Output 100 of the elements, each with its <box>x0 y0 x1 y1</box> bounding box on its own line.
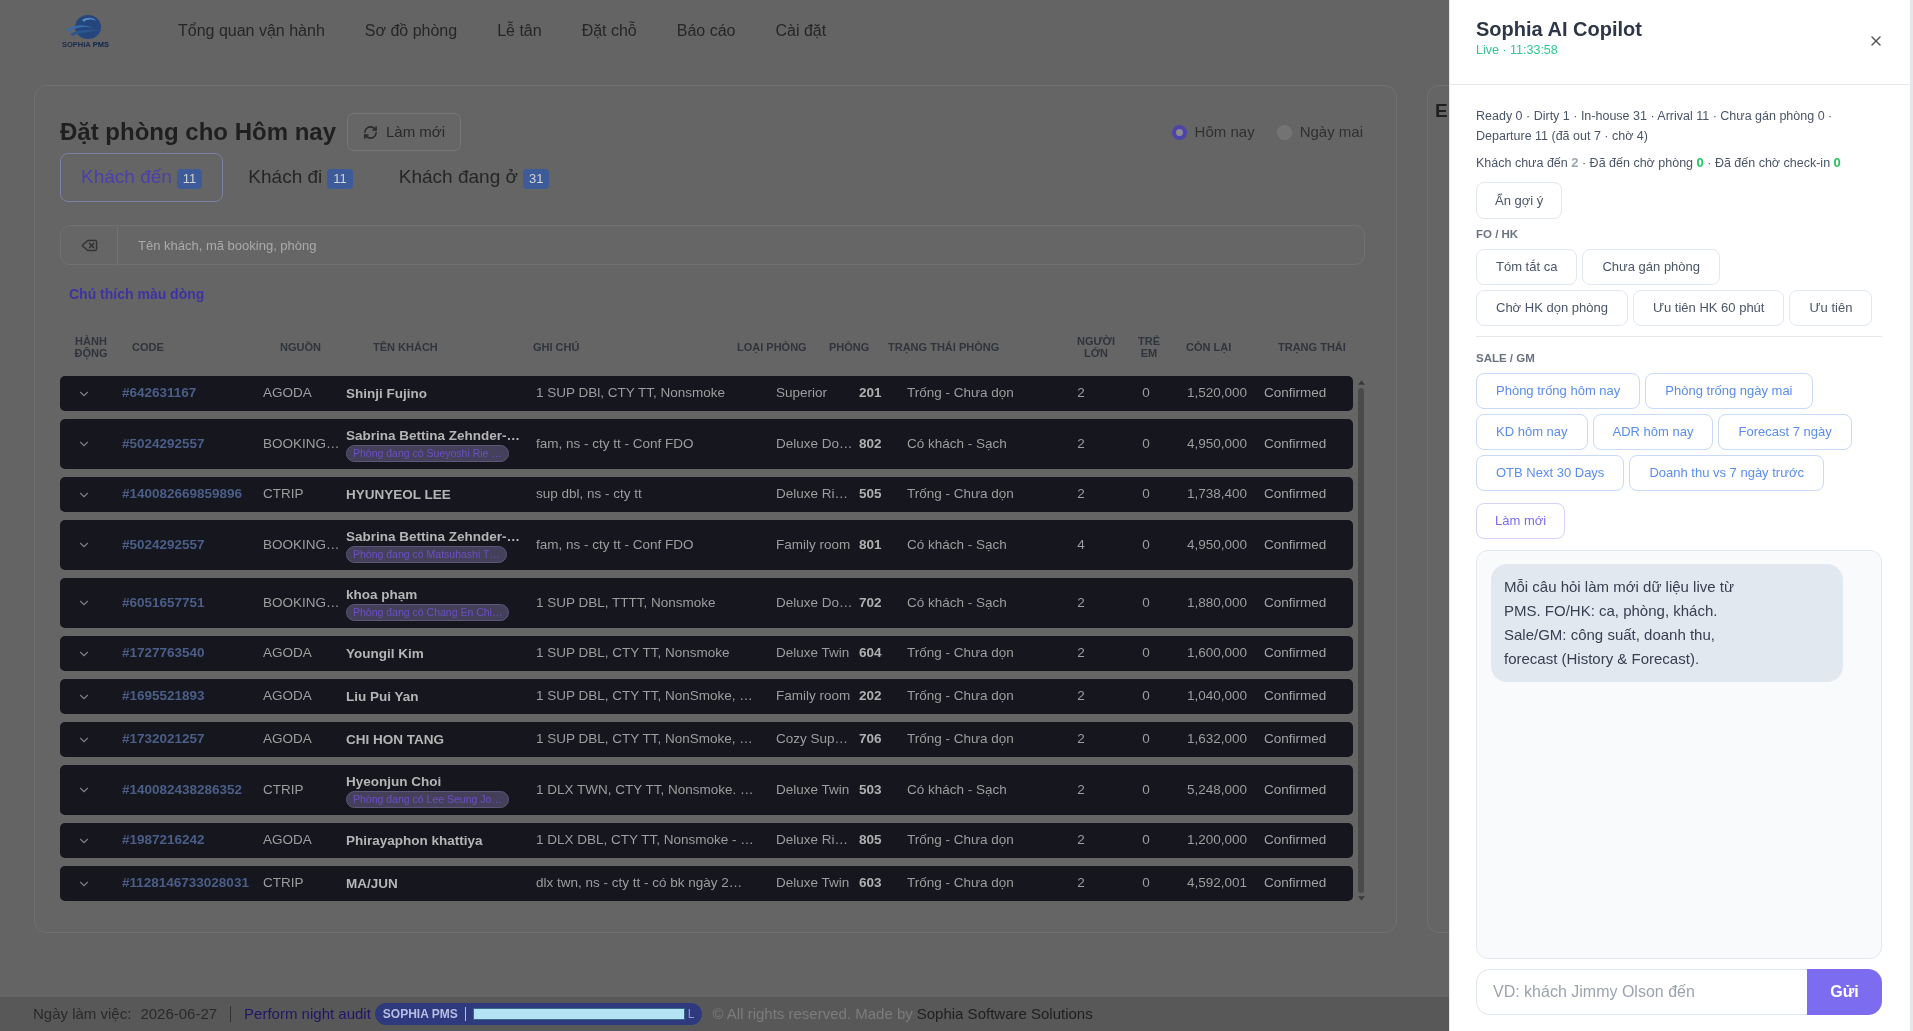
table-cell-text: CTRIP <box>263 780 304 799</box>
table-cell-text: 801 <box>859 535 882 554</box>
table-cell-text: BOOKING… <box>263 535 340 554</box>
table-cell-text: CTRIP <box>263 874 304 893</box>
table-cell-text: Có khách - Sạch <box>907 535 1007 554</box>
table-cell-text: 4,950,000 <box>1186 535 1247 554</box>
radio-button[interactable] <box>1171 124 1187 140</box>
suggestion-button[interactable]: Phòng trống ngày mai <box>1645 373 1813 409</box>
table-cell-text: 0 <box>1142 730 1150 749</box>
table-cell-text: 604 <box>859 644 882 663</box>
booking-code-link[interactable]: #1727763540 <box>122 643 205 664</box>
search-field[interactable]: Tên khách, mã booking, phòng <box>118 225 1365 265</box>
table-cell-text: Trống - Chưa dọn <box>907 831 1014 850</box>
suggestion-button[interactable]: Ưu tiên <box>1789 290 1873 326</box>
suggestion-button[interactable]: Forecast 7 ngày <box>1718 414 1852 450</box>
assistant-message: Mỗi câu hỏi làm mới dữ liệu live từ PMS. FO/HK: ca, phòng, khách. Sale/GM: công suất, doanh thu, forecast (History & Forecast). <box>1491 564 1843 682</box>
table-cell-text: 1,738,400 <box>1186 485 1247 504</box>
table-cell-text: 2 <box>1077 831 1085 850</box>
table-cell-text: Confirmed <box>1264 874 1327 893</box>
suggestion-button[interactable]: Chờ HK dọn phòng <box>1476 290 1628 326</box>
tab[interactable]: Khách đi 11 <box>227 153 374 202</box>
table-cell-text: 1,632,000 <box>1186 730 1247 749</box>
table-cell-text: Trống - Chưa dọn <box>907 687 1014 706</box>
suggestion-button[interactable]: KD hôm nay <box>1476 414 1588 450</box>
section-label: SALE / GM <box>1476 351 1536 365</box>
table-cell-text: 0 <box>1142 593 1150 612</box>
guest-name: Sabrina Bettina Zehnder-… <box>346 527 521 546</box>
suggestion-button[interactable]: Doanh thu vs 7 ngày trước <box>1629 455 1824 491</box>
table-cell-text: 0 <box>1142 384 1150 403</box>
booking-code-link[interactable]: #1987216242 <box>122 830 205 851</box>
guest-name: MA/JUN <box>346 874 398 893</box>
hide-suggestions-button[interactable]: Ẩn gợi ý <box>1476 182 1563 219</box>
nav-link[interactable]: Cài đặt <box>775 19 827 43</box>
nav-link[interactable]: Đặt chỗ <box>581 19 637 43</box>
table-cell-text: 1,600,000 <box>1186 644 1247 663</box>
table-cell-text: 5,248,000 <box>1186 780 1247 799</box>
guest-name: CHI HON TANG <box>346 730 444 749</box>
table-cell-text: 1 SUP DBL, CTY TT, Nonsmoke <box>536 644 730 663</box>
table-cell-text: 1,520,000 <box>1186 384 1247 403</box>
table-cell-text: Family room <box>776 535 851 554</box>
pill-label: L <box>687 1006 695 1023</box>
table-cell-text: AGODA <box>263 831 312 850</box>
table-cell-text: Cozy Sup… <box>776 730 849 749</box>
booking-code-link[interactable]: #1732021257 <box>122 729 205 750</box>
suggestion-button[interactable]: Chưa gán phòng <box>1582 249 1721 285</box>
chat-input[interactable]: VD: khách Jimmy Olson đến <box>1476 969 1807 1015</box>
scrollbar-thumb[interactable] <box>1358 388 1364 893</box>
legend-link[interactable]: Chú thích màu dòng <box>69 283 205 305</box>
table-cell-text: 2 <box>1077 593 1085 612</box>
clear-button[interactable] <box>60 225 118 265</box>
table-cell-text: Trống - Chưa dọn <box>907 384 1014 403</box>
suggestion-button[interactable]: ADR hôm nay <box>1592 414 1714 450</box>
nav-link[interactable]: Báo cáo <box>676 19 736 43</box>
table-cell-text: sup dbl, ns - cty tt <box>536 485 642 504</box>
nav-link[interactable]: Tổng quan vận hành <box>178 19 325 43</box>
suggestion-button[interactable]: Ưu tiên HK 60 phút <box>1632 290 1785 326</box>
table-cell-text: 1 SUP DBL, CTY TT, NonSmoke, … <box>536 730 753 749</box>
suggestion-button[interactable]: OTB Next 30 Days <box>1476 455 1625 491</box>
table-cell-text: Deluxe Ri… <box>776 831 849 850</box>
table-cell-text: AGODA <box>263 644 312 663</box>
guest-name: khoa phạm <box>346 585 418 604</box>
booking-code-link[interactable]: #5024292557 <box>122 534 205 556</box>
booking-code-link[interactable]: #1128146733028031 <box>122 873 249 894</box>
suggestion-button[interactable]: Phòng trống hôm nay <box>1476 373 1641 409</box>
table-cell-text: Confirmed <box>1264 593 1327 612</box>
booking-code-link[interactable]: #140082669859896 <box>122 484 243 505</box>
table-cell-text: Deluxe Twin <box>776 644 850 663</box>
send-button[interactable]: Gửi <box>1807 969 1882 1015</box>
table-cell-text: Confirmed <box>1264 831 1327 850</box>
table-cell-text: 4,950,000 <box>1186 434 1247 453</box>
night-audit-link[interactable]: Perform night audit <box>244 1002 371 1026</box>
table-cell-text: 201 <box>859 384 882 403</box>
table-cell-text: 2 <box>1077 874 1085 893</box>
booking-code-link[interactable]: #5024292557 <box>122 433 205 455</box>
table-cell-text: AGODA <box>263 384 312 403</box>
table-cell-text: fam, ns - cty tt - Conf FDO <box>536 535 694 554</box>
table-cell-text: Confirmed <box>1264 687 1327 706</box>
pill-label: SOPHIA PMS <box>382 1006 458 1023</box>
nav-link[interactable]: Sơ đồ phòng <box>364 19 458 43</box>
refresh-button[interactable]: Làm mới <box>1476 503 1566 539</box>
count-badge: 11 <box>176 169 203 189</box>
booking-code-link[interactable]: #642631167 <box>122 383 197 404</box>
count-badge: 31 <box>523 169 550 189</box>
refresh-button[interactable]: Làm mới <box>347 113 461 151</box>
room-occupant-tag: Phòng đang có Sueyoshi Rie … <box>346 444 509 462</box>
table-cell-text: fam, ns - cty tt - Conf FDO <box>536 434 694 453</box>
booking-code-link[interactable]: #1695521893 <box>122 686 205 707</box>
nav-link[interactable]: Lễ tân <box>497 19 542 43</box>
tab[interactable]: Khách đến 11 <box>60 153 224 202</box>
table-cell-text: 1,880,000 <box>1186 593 1247 612</box>
suggestion-button[interactable]: Tóm tắt ca <box>1476 249 1578 285</box>
booking-code-link[interactable]: #140082438286352 <box>122 779 243 801</box>
booking-code-link[interactable]: #6051657751 <box>122 592 205 614</box>
table-cell-text: Có khách - Sạch <box>907 434 1007 453</box>
table-cell-text: 0 <box>1142 535 1150 554</box>
table-cell-text: Có khách - Sạch <box>907 780 1007 799</box>
table-cell-text: Confirmed <box>1264 434 1327 453</box>
tab[interactable]: Khách đang ở 31 <box>377 153 571 202</box>
table-cell-text: 202 <box>859 687 882 706</box>
table-cell-text: AGODA <box>263 730 312 749</box>
